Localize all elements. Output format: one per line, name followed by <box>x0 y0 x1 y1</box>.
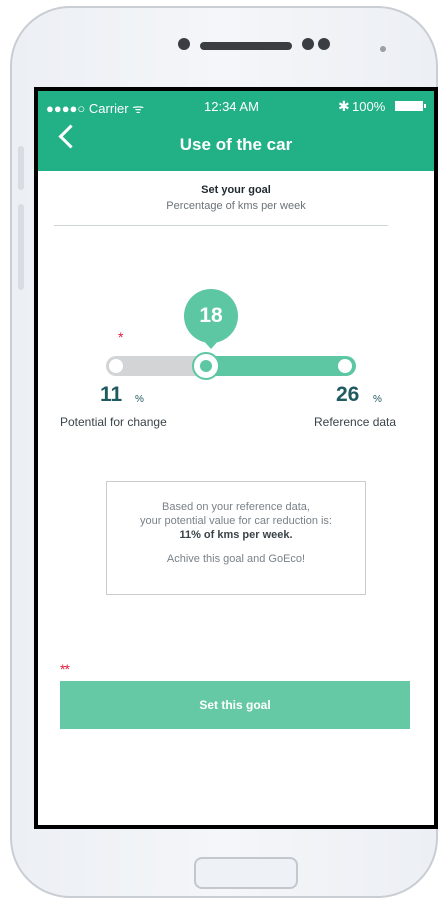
proximity-sensor-icon <box>380 46 386 52</box>
speaker-grille <box>200 42 292 50</box>
min-unit: % <box>135 394 144 405</box>
battery-icon <box>395 101 423 111</box>
section-divider <box>54 225 388 226</box>
min-value: 11 <box>100 383 123 406</box>
button-required-marker: ** <box>60 661 70 677</box>
sensor-dot-2 <box>318 38 330 50</box>
home-button[interactable] <box>194 857 298 889</box>
slider-handle[interactable] <box>192 352 220 380</box>
battery-tip-icon <box>424 104 426 108</box>
max-unit: % <box>373 394 382 405</box>
info-line-4: Achive this goal and GoEco! <box>166 553 306 565</box>
slider-value-bubble: 18 <box>184 289 238 343</box>
required-marker: * <box>118 329 124 345</box>
info-line-2: your potential value for car reduction i… <box>140 515 332 527</box>
bluetooth-icon: ✱ <box>338 98 350 114</box>
info-line-3: 11% of kms per week. <box>179 529 293 541</box>
sensor-dot-1 <box>302 38 314 50</box>
slider-track-active[interactable] <box>198 356 356 376</box>
volume-up-button <box>18 146 24 190</box>
slider-handle-core <box>200 360 212 372</box>
status-bar: ●●●●○ Carrier ᯤ 12:34 AM ✱ 100% <box>38 97 434 116</box>
goal-title: Set your goal <box>201 184 271 196</box>
min-label: Potential for change <box>60 415 167 429</box>
info-line-1: Based on your reference data, <box>162 501 310 513</box>
max-label: Reference data <box>314 415 397 429</box>
info-box: Based on your reference data, your poten… <box>106 481 366 595</box>
bubble-pointer <box>202 339 220 349</box>
volume-down-button <box>18 204 24 290</box>
max-value: 26 <box>336 383 360 406</box>
slider-max-stop <box>338 359 352 373</box>
carrier-label: ●●●●○ Carrier ᯤ <box>46 101 145 116</box>
front-camera-icon <box>178 38 190 50</box>
phone-screen: ●●●●○ Carrier ᯤ 12:34 AM ✱ 100% Use of t… <box>34 87 438 829</box>
set-goal-button[interactable]: Set this goal <box>60 681 410 729</box>
status-time: 12:34 AM <box>204 99 259 114</box>
page-title: Use of the car <box>179 135 293 154</box>
slider-min-stop <box>109 359 123 373</box>
battery-percent: 100% <box>352 99 386 114</box>
app-header: ●●●●○ Carrier ᯤ 12:34 AM ✱ 100% Use of t… <box>38 91 434 171</box>
goal-subtitle: Percentage of kms per week <box>166 200 306 212</box>
app-screen: ●●●●○ Carrier ᯤ 12:34 AM ✱ 100% Use of t… <box>38 91 434 825</box>
